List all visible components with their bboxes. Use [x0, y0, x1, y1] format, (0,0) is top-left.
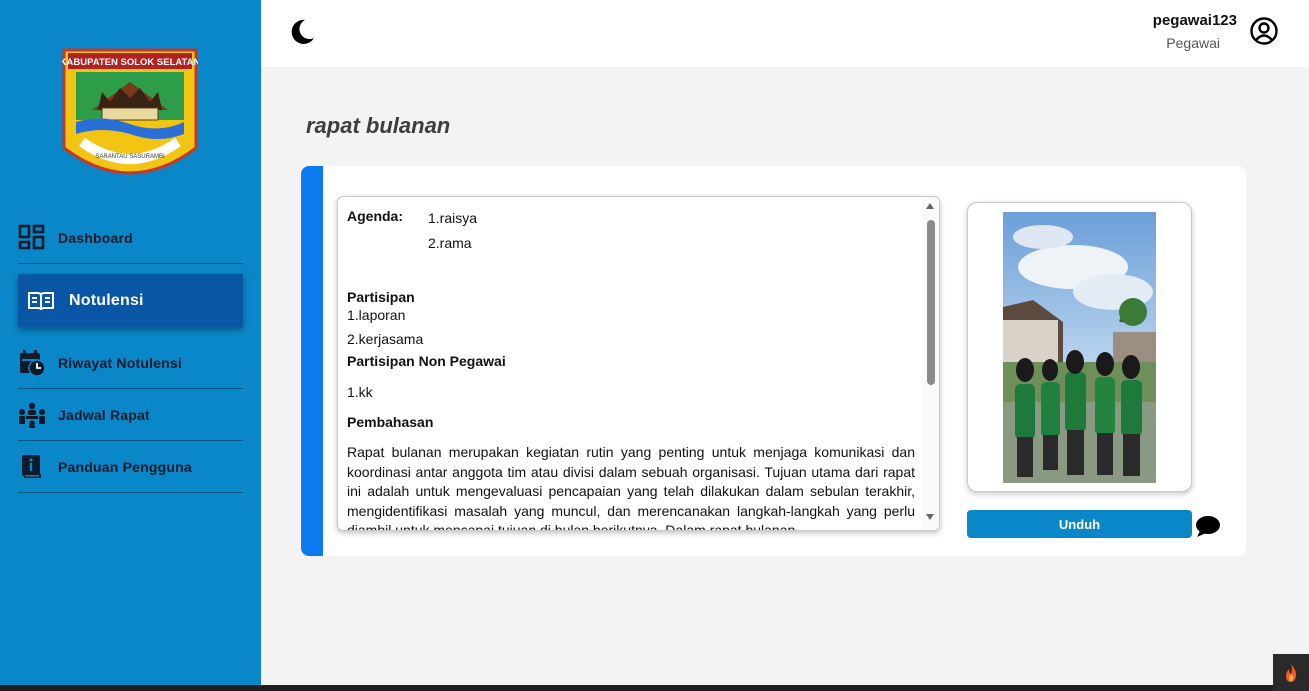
sidebar-item-riwayat-notulensi[interactable]: Riwayat Notulensi [18, 337, 243, 389]
svg-text:KABUPATEN SOLOK SELATAN: KABUPATEN SOLOK SELATAN [62, 57, 198, 68]
sidebar-item-label: Panduan Pengguna [58, 458, 192, 475]
moon-icon[interactable] [288, 18, 316, 46]
sidebar-item-panduan-pengguna[interactable]: Panduan Pengguna [18, 441, 243, 493]
scroll-down-arrow-icon[interactable] [926, 514, 934, 520]
agenda-item: 1.raisya [428, 210, 478, 226]
user-role: Pegawai [1166, 35, 1220, 51]
user-name: pegawai123 [1152, 12, 1237, 29]
dashboard-grid-icon [18, 224, 46, 252]
download-button[interactable]: Unduh [967, 510, 1192, 538]
sidebar-item-label: Jadwal Rapat [58, 406, 150, 423]
open-book-icon [27, 287, 55, 315]
sidebar-item-label: Riwayat Notulensi [58, 354, 182, 371]
scroll-thumb[interactable] [927, 220, 935, 385]
calendar-clock-icon [18, 349, 46, 377]
notulen-scroll-area: Agenda: 1.raisya 2.rama Partisipan 1.lap… [347, 197, 915, 531]
sidebar: KABUPATEN SOLOK SELATAN SARANTAU SASURAM… [0, 0, 261, 691]
non-pegawai-heading: Partisipan Non Pegawai [347, 353, 506, 369]
agenda-item: 2.rama [428, 235, 472, 251]
partisipan-item: 1.laporan [347, 307, 406, 323]
sidebar-item-jadwal-rapat[interactable]: Jadwal Rapat [18, 389, 243, 441]
sidebar-item-dashboard[interactable]: Dashboard [18, 212, 243, 264]
partisipan-heading: Partisipan [347, 289, 415, 305]
page-title: rapat bulanan [306, 113, 451, 138]
meeting-photo[interactable] [1003, 212, 1156, 483]
agenda-label: Agenda: [347, 208, 403, 224]
sidebar-nav: Dashboard Notulensi Riwayat Notulensi Ja… [18, 212, 243, 493]
manual-book-icon [18, 453, 46, 481]
kabupaten-logo: KABUPATEN SOLOK SELATAN SARANTAU SASURAM… [62, 48, 198, 175]
sidebar-item-notulensi[interactable]: Notulensi [18, 274, 243, 327]
non-pegawai-item: 1.kk [347, 384, 373, 400]
pembahasan-heading: Pembahasan [347, 414, 434, 430]
scroll-up-arrow-icon[interactable] [926, 203, 934, 209]
card-accent-bar [301, 166, 323, 556]
documentation-photo-panel [967, 202, 1192, 492]
svg-text:SARANTAU SASURAMBI: SARANTAU SASURAMBI [95, 154, 165, 160]
notulen-content-box[interactable]: Agenda: 1.raisya 2.rama Partisipan 1.lap… [337, 196, 940, 531]
top-header: pegawai123 Pegawai [261, 0, 1309, 67]
meeting-people-icon [18, 401, 46, 429]
partisipan-item: 2.kerjasama [347, 331, 424, 347]
pembahasan-text: Rapat bulanan merupakan kegiatan rutin y… [347, 444, 915, 531]
flame-icon [1286, 663, 1297, 682]
bottom-edge-bar [0, 685, 1309, 691]
sidebar-item-label: Notulensi [69, 291, 144, 309]
vertical-scrollbar[interactable] [922, 197, 939, 530]
user-circle-icon[interactable] [1249, 16, 1279, 46]
flame-badge[interactable] [1273, 654, 1309, 691]
sidebar-item-label: Dashboard [58, 229, 133, 246]
chat-bubble-icon[interactable] [1195, 514, 1221, 538]
